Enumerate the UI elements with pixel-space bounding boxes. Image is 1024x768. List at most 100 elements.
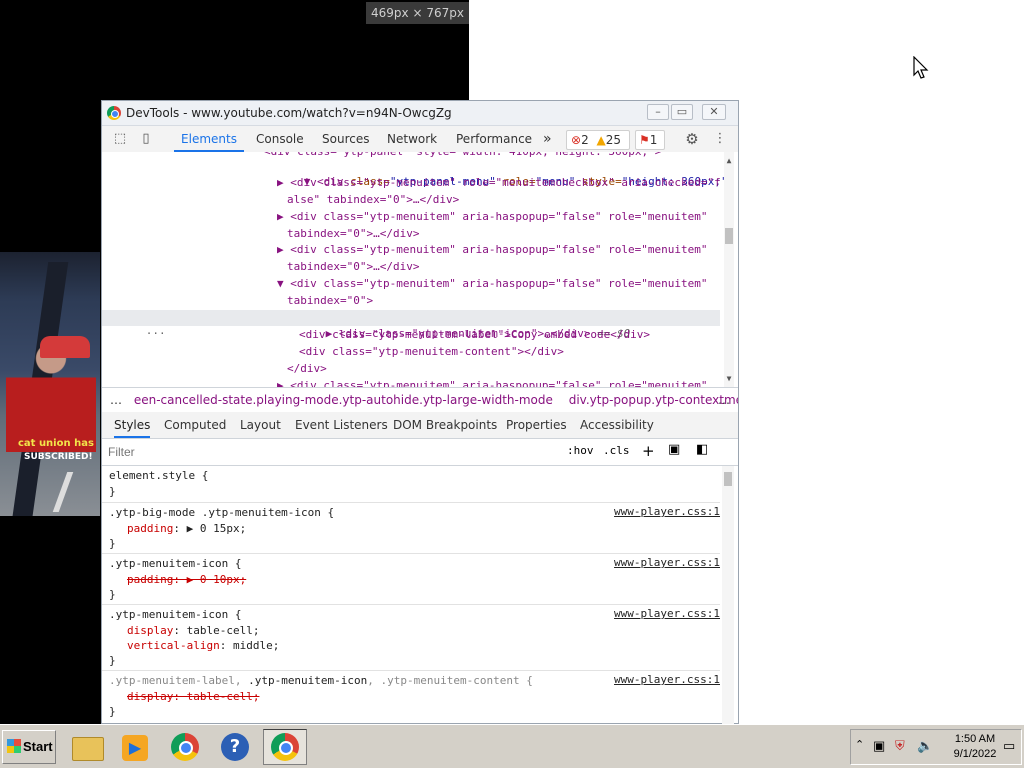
taskbar: Start ▶ ? ⌃ ▣ ⛨ 🔈 1:50 AM 9/1/2022 ▭ [0, 724, 1024, 768]
media-player-icon: ▶ [122, 735, 148, 761]
source-link[interactable]: www-player.css:1 [614, 673, 720, 686]
dom-tree[interactable]: <div class="ytp-panel" style="width: 410… [102, 152, 738, 387]
help-icon: ? [221, 733, 249, 761]
video-caption-1: cat union has [18, 438, 94, 449]
security-alert-icon[interactable]: ⛨ [895, 738, 905, 754]
breadcrumb-more-left[interactable]: … [110, 393, 122, 407]
inspect-element-icon[interactable]: ⬚ [112, 131, 128, 147]
dom-line-selected[interactable]: ··· ▶ <div class="ytp-menuitem-icon">…</d… [102, 310, 720, 340]
rule-element-style[interactable]: element.style { } [102, 466, 720, 503]
toggle-sidebar-icon[interactable]: ◧ [696, 442, 708, 457]
devtools-title: DevTools - www.youtube.com/watch?v=n94N-… [126, 106, 452, 120]
rule-menuitem-icon-1[interactable]: .ytp-menuitem-icon { www-player.css:1 pa… [102, 554, 720, 605]
issues-badge[interactable]: ⚑1 [635, 130, 665, 150]
video-road [52, 472, 74, 512]
error-count: 2 [581, 133, 589, 147]
dom-line-10[interactable]: ▶ <div class="ytp-menuitem" aria-haspopu… [277, 378, 707, 387]
clock-time[interactable]: 1:50 AM [949, 733, 1001, 745]
rule-big-mode-icon[interactable]: .ytp-big-mode .ytp-menuitem-icon { www-p… [102, 503, 720, 554]
video-caption-2: SUBSCRIBED! [24, 452, 93, 462]
console-counts-badge[interactable]: ⊗2 ▲25 [566, 130, 630, 150]
video-hat [40, 336, 90, 358]
dom-line-9[interactable]: </div> [287, 361, 327, 377]
dom-line-2b[interactable]: alse" tabindex="0">…</div> [287, 192, 459, 208]
scroll-up-icon[interactable]: ▲ [724, 156, 734, 165]
scroll-down-icon[interactable]: ▼ [724, 374, 734, 383]
tab-sources[interactable]: Sources [322, 126, 369, 152]
hov-toggle[interactable]: :hov [567, 444, 594, 457]
breadcrumb: … een-cancelled-state.playing-mode.ytp-a… [102, 387, 738, 413]
rule-menuitem-icon-2[interactable]: .ytp-menuitem-icon { www-player.css:1 di… [102, 605, 720, 671]
volume-icon[interactable]: 🔈 [917, 738, 933, 754]
chrome-icon [107, 106, 121, 120]
chrome-icon-center [179, 741, 193, 755]
clock-date[interactable]: 9/1/2022 [949, 748, 1001, 760]
dom-line-3b[interactable]: tabindex="0">…</div> [287, 226, 419, 242]
tab-styles[interactable]: Styles [114, 412, 151, 438]
tab-elements[interactable]: Elements [174, 126, 244, 152]
breadcrumb-more-right[interactable]: … [718, 388, 730, 412]
chrome-icon-center [279, 741, 293, 755]
new-style-rule-button[interactable]: + [642, 442, 655, 460]
warning-icon: ▲ [596, 133, 606, 147]
tab-console[interactable]: Console [256, 126, 304, 152]
more-options-icon[interactable]: ⋮ [712, 131, 728, 147]
chrome-taskbar-button-1[interactable] [164, 729, 208, 765]
source-link[interactable]: www-player.css:1 [614, 556, 720, 569]
rule-menuitem-group[interactable]: .ytp-menuitem-label, .ytp-menuitem-icon,… [102, 671, 720, 723]
folder-icon [72, 737, 104, 761]
tab-layout[interactable]: Layout [240, 412, 281, 438]
tab-properties[interactable]: Properties [506, 412, 567, 438]
styles-filter-bar: :hov .cls + ▣ ◧ [102, 439, 738, 466]
tab-computed[interactable]: Computed [164, 412, 226, 438]
element-state-icon[interactable]: ▣ [668, 442, 680, 457]
error-icon: ⊗ [571, 133, 582, 147]
windows-logo-icon [7, 739, 21, 753]
dom-line-3a[interactable]: ▶ <div class="ytp-menuitem" aria-haspopu… [277, 209, 707, 225]
system-tray: ⌃ ▣ ⛨ 🔈 1:50 AM 9/1/2022 ▭ [850, 729, 1022, 765]
start-button[interactable]: Start [2, 730, 56, 764]
devtools-titlebar[interactable]: DevTools - www.youtube.com/watch?v=n94N-… [102, 101, 738, 126]
dom-line-2a[interactable]: ▶ <div class="ytp-menuitem" role="menuit… [277, 175, 721, 191]
source-link[interactable]: www-player.css:1 [614, 607, 720, 620]
devtools-window: DevTools - www.youtube.com/watch?v=n94N-… [101, 100, 739, 724]
dom-line-5b[interactable]: tabindex="0"> [287, 293, 373, 309]
dom-line-7[interactable]: <div class="ytp-menuitem-label">Copy emb… [299, 327, 650, 343]
file-explorer-taskbar-button[interactable] [66, 729, 110, 765]
network-icon[interactable]: ▣ [873, 738, 885, 754]
issues-count: 1 [649, 133, 658, 147]
source-link[interactable]: www-player.css:1 [614, 505, 720, 518]
breadcrumb-item-left[interactable]: een-cancelled-state.playing-mode.ytp-aut… [134, 393, 553, 407]
cls-toggle[interactable]: .cls [603, 444, 630, 457]
styles-scrollbar[interactable] [722, 466, 734, 724]
dom-line-1[interactable]: ▼ <div class="ytp-panel-menu" role="menu… [264, 158, 735, 188]
maximize-button[interactable]: ▭ [671, 104, 693, 120]
show-hidden-icons-icon[interactable]: ⌃ [855, 738, 864, 751]
dom-line-5a[interactable]: ▼ <div class="ytp-menuitem" aria-haspopu… [277, 276, 707, 292]
media-player-taskbar-button[interactable]: ▶ [114, 729, 158, 765]
tab-dom-breakpoints[interactable]: DOM Breakpoints [393, 412, 497, 438]
breadcrumb-item-right[interactable]: div.ytp-popup.ytp-contextmenu.ytp [569, 393, 738, 407]
show-desktop-icon[interactable]: ▭ [1003, 738, 1015, 754]
chrome-taskbar-button-2[interactable] [263, 729, 307, 765]
dom-scrollbar[interactable]: ▲ ▼ [724, 152, 734, 387]
tab-network[interactable]: Network [387, 126, 437, 152]
dom-scroll-thumb[interactable] [725, 228, 733, 244]
dom-ellipsis: ··· [145, 327, 166, 340]
styles-scroll-thumb[interactable] [724, 472, 732, 486]
dom-line-8[interactable]: <div class="ytp-menuitem-content"></div> [299, 344, 564, 360]
styles-pane[interactable]: element.style { } .ytp-big-mode .ytp-men… [102, 466, 722, 724]
device-toolbar-icon[interactable]: ▯ [138, 131, 154, 147]
help-taskbar-button[interactable]: ? [214, 729, 258, 765]
more-tabs-button[interactable]: » [543, 126, 552, 152]
tab-event-listeners[interactable]: Event Listeners [295, 412, 388, 438]
video-thumbnail[interactable]: cat union has SUBSCRIBED! [0, 252, 100, 516]
tab-performance[interactable]: Performance [456, 126, 532, 152]
settings-gear-icon[interactable]: ⚙ [684, 131, 700, 147]
styles-filter-input[interactable] [106, 442, 556, 462]
dom-line-4a[interactable]: ▶ <div class="ytp-menuitem" aria-haspopu… [277, 242, 707, 258]
minimize-button[interactable]: – [647, 104, 669, 120]
tab-accessibility[interactable]: Accessibility [580, 412, 654, 438]
dom-line-4b[interactable]: tabindex="0">…</div> [287, 259, 419, 275]
close-button[interactable]: ✕ [702, 104, 726, 120]
